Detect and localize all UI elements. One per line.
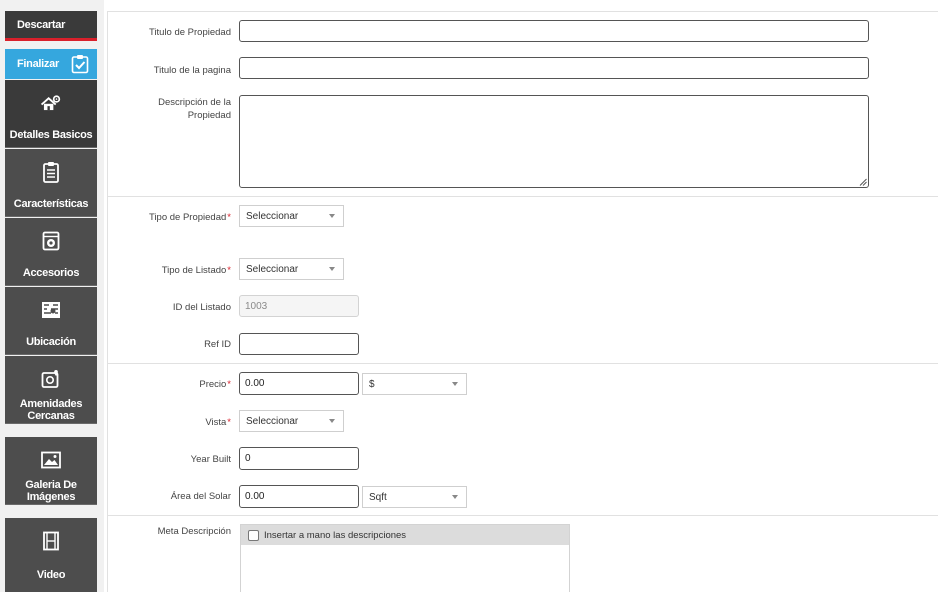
map-icon — [40, 299, 62, 321]
clipboard-icon — [40, 161, 62, 183]
page-title-label: Titulo de la pagina — [153, 65, 231, 76]
meta-description-toolbar: Insertar a mano las descripciones — [241, 525, 569, 545]
listing-id-input: 1003 — [239, 295, 359, 317]
sidebar-item-video[interactable]: Video — [5, 518, 97, 592]
sidebar-item-label: Accesorios — [22, 267, 80, 279]
caret-down-icon — [452, 382, 458, 386]
view-select[interactable]: Seleccionar — [239, 410, 344, 432]
sidebar-item-label: Amenidades Cercanas — [19, 398, 83, 422]
listing-type-label: Tipo de Listado* — [161, 265, 231, 276]
washer-icon — [40, 230, 62, 252]
film-icon — [40, 530, 62, 552]
property-description-label: Descripción de la Propiedad — [158, 97, 231, 121]
year-built-label: Year Built — [190, 454, 231, 465]
section-divider — [108, 363, 938, 364]
house-gear-icon — [40, 92, 62, 114]
sidebar-item-image-gallery[interactable]: Galeria De Imágenes — [5, 437, 97, 505]
image-icon — [40, 449, 62, 471]
price-input[interactable]: 0.00 — [239, 372, 359, 395]
sidebar-item-nearby-amenities[interactable]: Amenidades Cercanas — [5, 356, 97, 424]
sidebar-item-accessories[interactable]: Accesorios — [5, 218, 97, 286]
meta-description-label: Meta Descripción — [157, 526, 231, 537]
lot-area-input[interactable]: 0.00 — [239, 485, 359, 508]
required-marker: * — [227, 212, 231, 223]
property-form: Titulo de Propiedad Titulo de la pagina … — [107, 11, 938, 592]
property-title-input[interactable] — [239, 20, 869, 42]
discard-button[interactable]: Descartar — [5, 11, 97, 41]
discard-label: Descartar — [17, 18, 66, 31]
manual-description-checkbox[interactable] — [248, 529, 259, 541]
section-divider — [108, 196, 938, 197]
year-built-input[interactable]: 0 — [239, 447, 359, 470]
caret-down-icon — [329, 214, 335, 218]
required-marker: * — [227, 265, 231, 276]
location-camera-icon — [40, 368, 62, 390]
sidebar: Descartar Finalizar Detalles Basicos Car… — [0, 0, 104, 592]
ref-id-label: Ref ID — [204, 339, 231, 350]
required-marker: * — [227, 417, 231, 428]
listing-id-label: ID del Listado — [172, 302, 231, 313]
currency-select[interactable]: $ — [362, 373, 467, 395]
page-title-input[interactable] — [239, 57, 869, 79]
property-type-label: Tipo de Propiedad* — [149, 212, 231, 223]
sidebar-item-label: Características — [13, 198, 89, 210]
manual-description-checkbox-label: Insertar a mano las descripciones — [264, 529, 407, 541]
caret-down-icon — [329, 419, 335, 423]
sidebar-item-label: Detalles Basicos — [9, 129, 93, 141]
sidebar-item-location[interactable]: Ubicación — [5, 287, 97, 355]
clipboard-check-icon — [71, 55, 89, 74]
property-title-label: Titulo de Propiedad — [148, 27, 231, 38]
listing-type-select[interactable]: Seleccionar — [239, 258, 344, 280]
caret-down-icon — [329, 267, 335, 271]
price-label: Precio* — [199, 379, 231, 390]
property-type-select[interactable]: Seleccionar — [239, 205, 344, 227]
finish-button[interactable]: Finalizar — [5, 49, 97, 79]
area-unit-select[interactable]: Sqft — [362, 486, 467, 508]
property-description-textarea[interactable] — [239, 95, 869, 188]
required-marker: * — [227, 379, 231, 390]
lot-area-label: Área del Solar — [170, 491, 231, 502]
property-editor: Descartar Finalizar Detalles Basicos Car… — [0, 0, 938, 592]
ref-id-input[interactable] — [239, 333, 359, 355]
resize-grip-icon[interactable] — [859, 178, 867, 186]
sidebar-item-basic-details[interactable]: Detalles Basicos — [5, 80, 97, 148]
sidebar-item-label: Video — [36, 569, 66, 581]
sidebar-item-label: Ubicación — [26, 336, 76, 348]
section-divider — [108, 515, 938, 516]
finish-label: Finalizar — [17, 58, 59, 70]
view-label: Vista* — [205, 417, 231, 428]
caret-down-icon — [452, 495, 458, 499]
sidebar-item-label: Galeria De Imágenes — [25, 479, 77, 503]
meta-description-box[interactable]: Insertar a mano las descripciones — [240, 524, 570, 592]
sidebar-item-features[interactable]: Características — [5, 149, 97, 217]
